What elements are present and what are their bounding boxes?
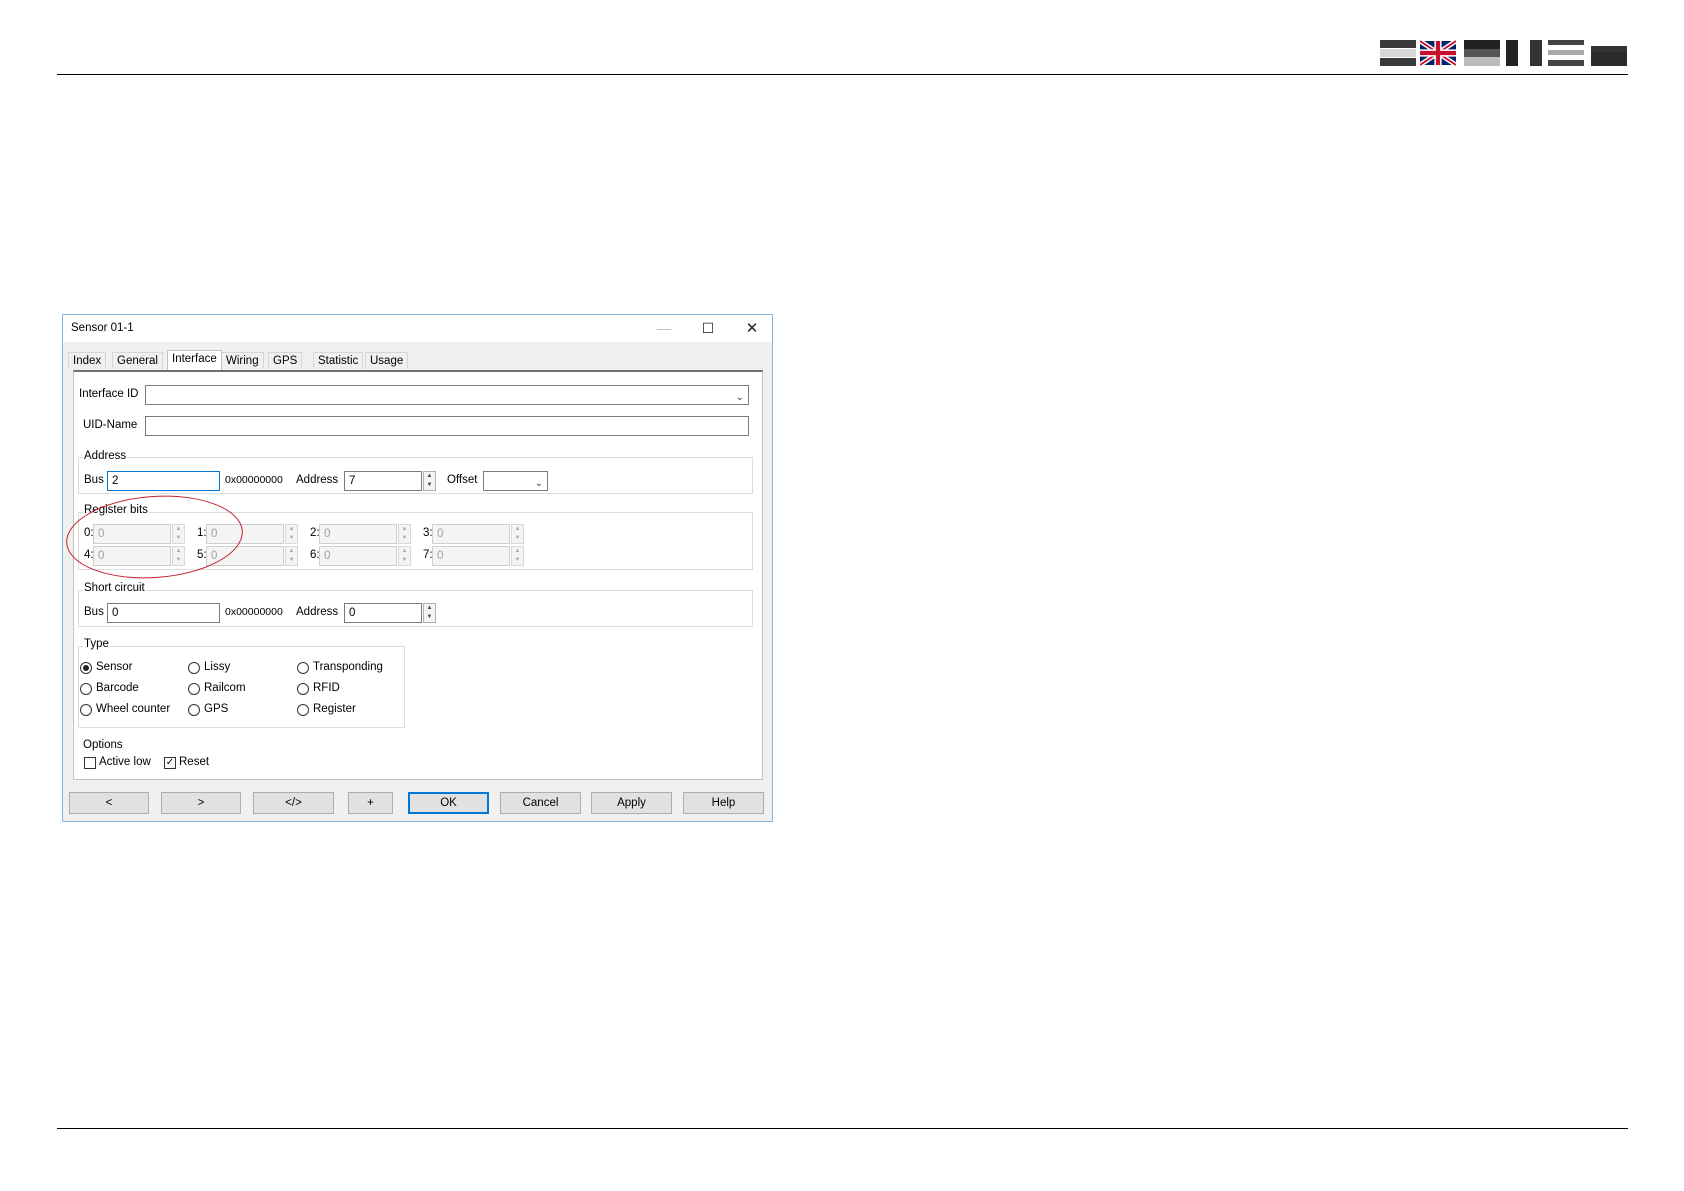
type-register-radio[interactable] [297, 704, 309, 716]
bit-input[interactable]: 0 [93, 524, 171, 544]
bit-input[interactable]: 0 [432, 546, 510, 566]
code-button[interactable]: </> [253, 792, 334, 814]
bit-input[interactable]: 0 [432, 524, 510, 544]
type-railcom-radio[interactable] [188, 683, 200, 695]
uk-flag-icon[interactable] [1420, 40, 1456, 66]
sc-address-stepper[interactable]: ▲ ▼ [423, 603, 436, 623]
interface-id-combo[interactable]: ⌄ [145, 385, 749, 405]
flag-6-icon[interactable] [1591, 40, 1627, 66]
tab-usage[interactable]: Usage [365, 352, 409, 369]
register-bits-label: Register bits [83, 504, 149, 516]
tab-interface[interactable]: Interface [167, 350, 222, 370]
type-railcom-label[interactable]: Railcom [204, 682, 246, 694]
title-bar[interactable]: Sensor 01-1 — ☐ ✕ [63, 315, 772, 342]
type-wheel-counter-label[interactable]: Wheel counter [96, 703, 170, 715]
sc-hex-value: 0x00000000 [225, 606, 283, 618]
flag-5-icon[interactable] [1548, 40, 1584, 66]
type-lissy-label[interactable]: Lissy [204, 661, 230, 673]
address-label: Address [296, 474, 339, 486]
bit-stepper[interactable]: ▲ ▼ [511, 546, 524, 566]
flag-1-icon[interactable] [1380, 40, 1416, 66]
header-rule [57, 74, 1628, 75]
bit-input[interactable]: 0 [319, 524, 397, 544]
bit-stepper[interactable]: ▲ ▼ [511, 524, 524, 544]
bit-stepper[interactable]: ▲ ▼ [172, 524, 185, 544]
bus-hex-value: 0x00000000 [225, 474, 283, 486]
minimize-button[interactable]: — [642, 315, 686, 342]
close-button[interactable]: ✕ [730, 315, 774, 342]
type-wheel-counter-radio[interactable] [80, 704, 92, 716]
type-lissy-radio[interactable] [188, 662, 200, 674]
type-transponding-label[interactable]: Transponding [313, 661, 383, 673]
sc-bus-label: Bus [84, 606, 104, 618]
uid-name-label: UID-Name [83, 419, 138, 431]
short-circuit-label: Short circuit [83, 582, 146, 594]
bit-input[interactable]: 0 [206, 524, 284, 544]
apply-button[interactable]: Apply [591, 792, 672, 814]
type-rfid-label[interactable]: RFID [313, 682, 340, 694]
address-stepper[interactable]: ▲ ▼ [423, 471, 436, 491]
bit-stepper[interactable]: ▲ ▼ [285, 524, 298, 544]
bus-input[interactable]: 2 [107, 471, 220, 491]
flag-3-icon[interactable] [1464, 40, 1500, 66]
sc-address-input[interactable]: 0 [344, 603, 422, 623]
uid-name-input[interactable] [145, 416, 749, 436]
bus-label: Bus [84, 474, 104, 486]
offset-combo[interactable]: ⌄ [483, 471, 548, 491]
sc-address-label: Address [296, 606, 339, 618]
chevron-down-icon[interactable]: ⌄ [736, 389, 744, 404]
interface-id-label: Interface ID [79, 388, 139, 400]
type-sensor-radio[interactable] [80, 662, 92, 674]
flag-4-icon[interactable] [1506, 40, 1542, 66]
type-label: Type [83, 638, 110, 650]
checkmark-icon: ✓ [165, 757, 175, 768]
interface-panel: Interface ID ⌄ UID-Name Address Bus 2 0x… [63, 370, 763, 780]
help-button[interactable]: Help [683, 792, 764, 814]
type-transponding-radio[interactable] [297, 662, 309, 674]
options-label: Options [83, 739, 123, 751]
type-barcode-label[interactable]: Barcode [96, 682, 139, 694]
dialog-title: Sensor 01-1 [71, 322, 134, 334]
reset-checkbox[interactable]: ✓ [164, 757, 176, 769]
tab-index[interactable]: Index [68, 352, 107, 369]
address-input[interactable]: 7 [344, 471, 422, 491]
ok-button[interactable]: OK [408, 792, 489, 814]
cancel-button[interactable]: Cancel [500, 792, 581, 814]
active-low-checkbox[interactable] [84, 757, 96, 769]
active-low-label[interactable]: Active low [99, 756, 151, 768]
tab-wiring[interactable]: Wiring [221, 352, 264, 369]
bit-input[interactable]: 0 [93, 546, 171, 566]
next-button[interactable]: > [161, 792, 241, 814]
type-barcode-radio[interactable] [80, 683, 92, 695]
bit-stepper[interactable]: ▲ ▼ [285, 546, 298, 566]
bit-input[interactable]: 0 [206, 546, 284, 566]
tab-general[interactable]: General [112, 352, 163, 369]
type-gps-radio[interactable] [188, 704, 200, 716]
maximize-button[interactable]: ☐ [686, 315, 730, 342]
reset-label[interactable]: Reset [179, 756, 209, 768]
address-group-label: Address [83, 450, 128, 462]
tab-gps[interactable]: GPS [268, 352, 303, 369]
type-register-label[interactable]: Register [313, 703, 356, 715]
sensor-dialog: Sensor 01-1 — ☐ ✕ Index General Interfac… [62, 314, 773, 822]
type-rfid-radio[interactable] [297, 683, 309, 695]
bit-stepper[interactable]: ▲ ▼ [398, 546, 411, 566]
offset-label: Offset [447, 474, 478, 486]
type-sensor-label[interactable]: Sensor [96, 661, 132, 673]
type-gps-label[interactable]: GPS [204, 703, 228, 715]
sc-bus-input[interactable]: 0 [107, 603, 220, 623]
bit-stepper[interactable]: ▲ ▼ [172, 546, 185, 566]
prev-button[interactable]: < [69, 792, 149, 814]
bit-stepper[interactable]: ▲ ▼ [398, 524, 411, 544]
chevron-down-icon[interactable]: ⌄ [535, 475, 543, 490]
add-button[interactable]: + [348, 792, 393, 814]
footer-rule [57, 1128, 1628, 1129]
tab-statistic[interactable]: Statistic [313, 352, 364, 369]
bit-input[interactable]: 0 [319, 546, 397, 566]
